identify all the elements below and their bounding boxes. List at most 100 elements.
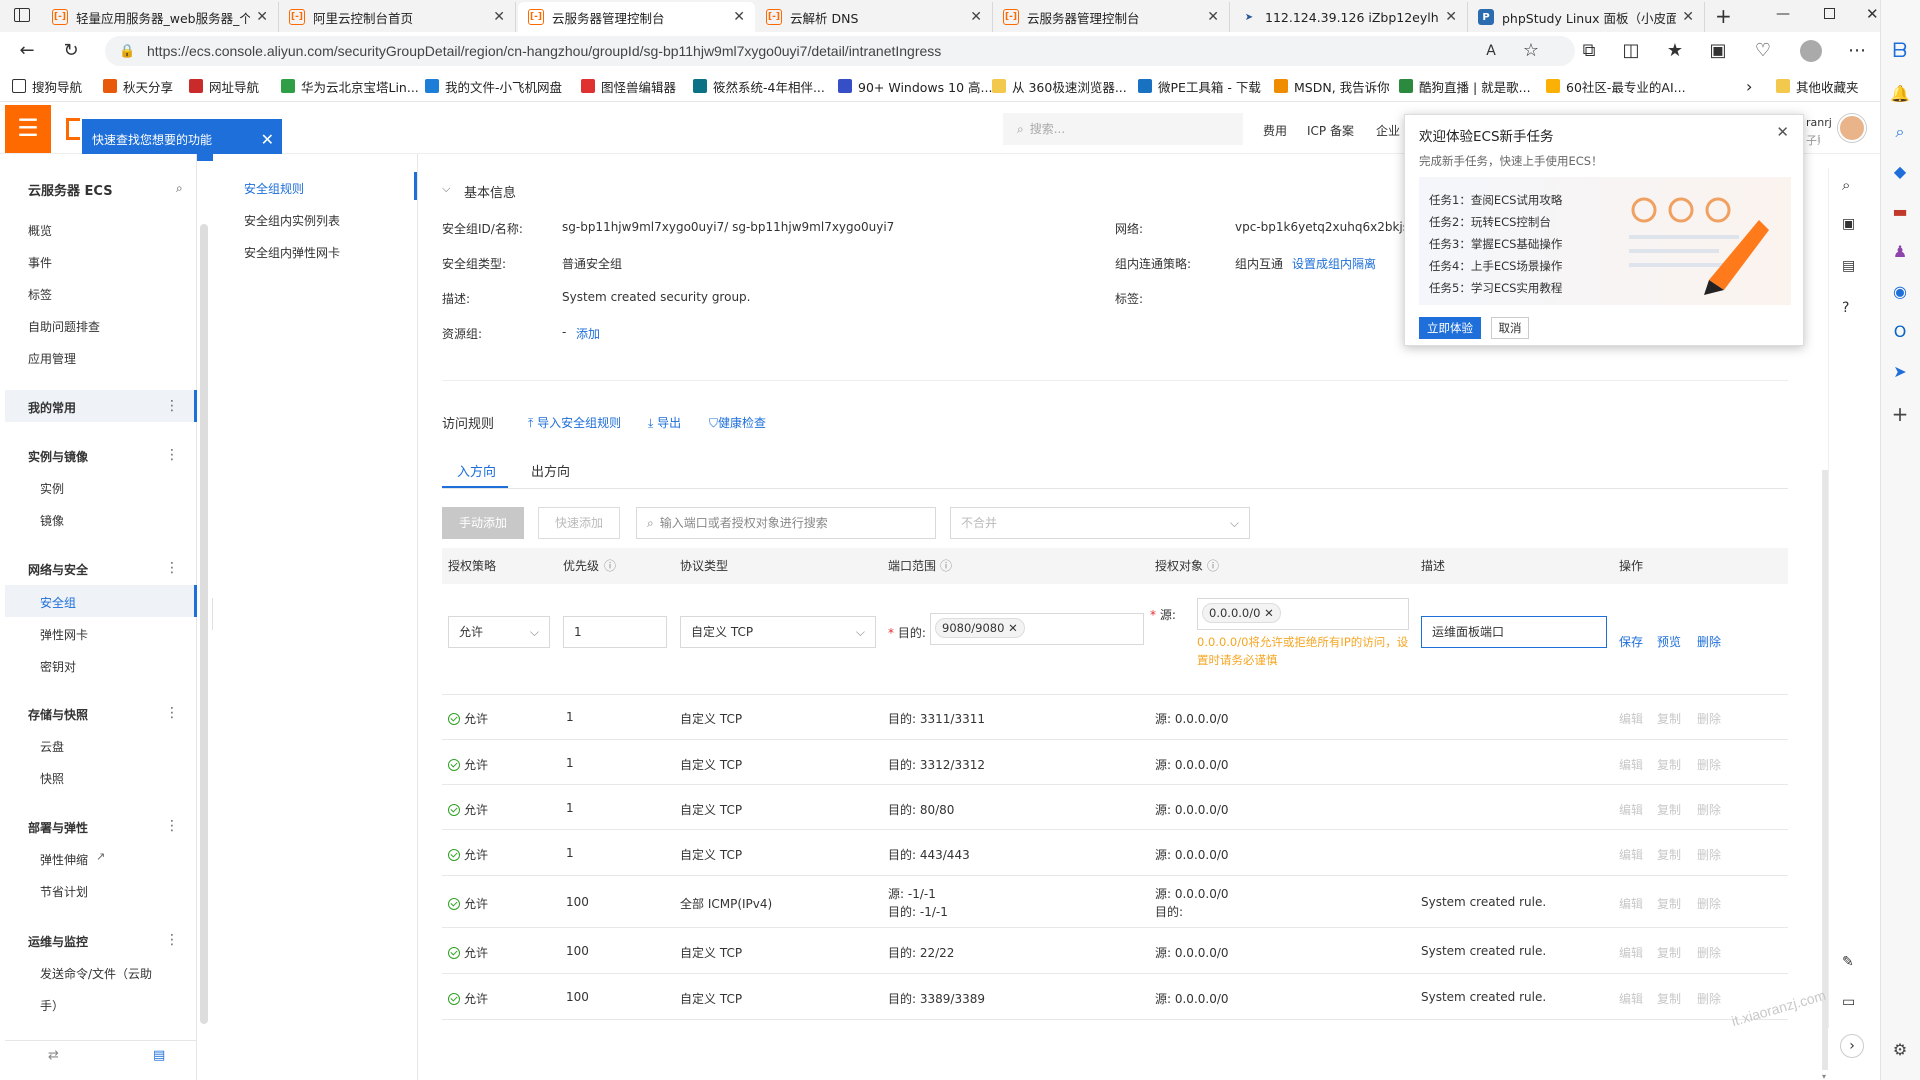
row-edit-button[interactable]: 编辑 [1619, 990, 1643, 1007]
nav-saving-plan[interactable]: 节省计划 [40, 883, 88, 900]
row-copy-button[interactable]: 复制 [1657, 944, 1681, 961]
import-rules-button[interactable]: ⤒ 导入安全组规则 [528, 414, 621, 431]
row-copy-button[interactable]: 复制 [1657, 801, 1681, 818]
close-icon[interactable]: ✕ [1682, 9, 1694, 25]
row-copy-button[interactable]: 复制 [1657, 990, 1681, 1007]
row-delete-button[interactable]: 删除 [1697, 756, 1721, 773]
delete-button[interactable]: 删除 [1697, 633, 1721, 650]
extensions-icon[interactable]: ⧉ [1578, 40, 1600, 62]
browser-essentials-icon[interactable]: ♡ [1752, 40, 1774, 62]
swap-icon[interactable]: ⇄ [48, 1048, 59, 1063]
edit-protocol-select[interactable]: 自定义 TCP ⌵ [680, 616, 876, 648]
top-link-billing[interactable]: 费用 [1263, 122, 1287, 139]
window-close-icon[interactable]: ✕ [1866, 5, 1879, 23]
nav-favorites[interactable]: 我的常用 [28, 399, 76, 416]
scroll-down-icon[interactable]: ▾ [1822, 1072, 1830, 1080]
bookmark-item[interactable]: 网址导航 [189, 77, 259, 95]
minimize-icon[interactable]: — [1776, 6, 1790, 22]
close-icon[interactable]: ✕ [493, 9, 505, 25]
message-icon[interactable]: ▤ [153, 1048, 165, 1063]
nav-group-instances[interactable]: 实例与镜像 [28, 448, 88, 465]
chevron-right-icon[interactable]: › [1840, 1034, 1864, 1058]
favorites-icon[interactable]: ★ [1664, 40, 1686, 62]
tab-inbound[interactable]: 入方向 [457, 461, 496, 480]
subnav-instances[interactable]: 安全组内实例列表 [244, 212, 340, 229]
bookmark-item[interactable]: 搜狗导航 [12, 77, 82, 95]
user-name[interactable]: ranrj [1806, 116, 1832, 129]
row-copy-button[interactable]: 复制 [1657, 846, 1681, 863]
row-edit-button[interactable]: 编辑 [1619, 944, 1643, 961]
row-delete-button[interactable]: 删除 [1697, 990, 1721, 1007]
row-copy-button[interactable]: 复制 [1657, 895, 1681, 912]
favorite-star-icon[interactable]: ☆ [1520, 40, 1542, 62]
document-icon[interactable]: ▤ [1842, 258, 1855, 274]
browser-tab-active[interactable]: [-] 云服务器管理控制台 ✕ [518, 2, 755, 32]
menu-icon[interactable]: ☰ [5, 105, 51, 153]
nav-app-management[interactable]: 应用管理 [28, 350, 76, 367]
subnav-eni[interactable]: 安全组内弹性网卡 [244, 244, 340, 261]
close-icon[interactable]: ✕ [1207, 9, 1219, 25]
help-icon[interactable]: ? [1842, 300, 1849, 316]
start-now-button[interactable]: 立即体验 [1419, 317, 1481, 339]
task-item[interactable]: 任务5：学习ECS实用教程 [1429, 277, 1562, 299]
row-delete-button[interactable]: 删除 [1697, 944, 1721, 961]
nav-group-network[interactable]: 网络与安全 [28, 561, 88, 578]
search-icon[interactable]: ⌕ [1880, 122, 1920, 142]
aliyun-logo[interactable] [66, 118, 80, 140]
health-check-button[interactable]: ⛉健康检查 [709, 414, 766, 431]
browser-tab[interactable]: ➤112.124.39.126 iZbp12eylh2l63n✕ [1231, 2, 1468, 32]
edit-icon[interactable]: ✎ [1842, 954, 1854, 970]
other-bookmarks[interactable]: 其他收藏夹 [1776, 77, 1859, 95]
page-scrollbar[interactable] [1822, 470, 1828, 1070]
set-isolation-link[interactable]: 设置成组内隔离 [1292, 255, 1376, 272]
row-delete-button[interactable]: 删除 [1697, 846, 1721, 863]
nav-auto-scaling[interactable]: 弹性伸缩 [40, 851, 88, 868]
bookmark-item[interactable]: 我的文件-小飞机网盘 [425, 77, 562, 95]
bell-icon[interactable]: 🔔 [1880, 84, 1920, 103]
profile-avatar[interactable] [1800, 40, 1822, 62]
nav-events[interactable]: 事件 [28, 254, 52, 271]
subnav-rules[interactable]: 安全组规则 [244, 180, 304, 197]
preview-button[interactable]: 预览 [1657, 633, 1681, 650]
export-button[interactable]: ⤓ 导出 [648, 414, 681, 431]
nav-send-command[interactable]: 发送命令/文件（云助 [40, 965, 152, 982]
save-button[interactable]: 保存 [1619, 633, 1643, 650]
more-dots-icon[interactable]: ⋮ [165, 560, 179, 576]
maximize-icon[interactable] [1824, 8, 1835, 19]
add-resource-group-link[interactable]: 添加 [576, 325, 600, 342]
more-menu-icon[interactable]: ⋯ [1846, 40, 1868, 62]
more-dots-icon[interactable]: ⋮ [165, 447, 179, 463]
nav-security-group[interactable]: 安全组 [40, 594, 76, 611]
back-icon[interactable]: ← [16, 40, 38, 62]
collections-icon[interactable]: ▣ [1707, 40, 1729, 62]
row-delete-button[interactable]: 删除 [1697, 801, 1721, 818]
close-icon[interactable]: ✕ [1445, 9, 1457, 25]
cancel-button[interactable]: 取消 [1491, 317, 1529, 339]
console-search-input[interactable]: ⌕ 搜索... [1003, 113, 1243, 145]
bookmark-item[interactable]: 60社区-最专业的AI... [1546, 77, 1686, 95]
browser-tab[interactable]: [-] 云解析 DNS ✕ [756, 2, 993, 32]
tools-icon[interactable]: ▬ [1880, 202, 1920, 221]
edit-description-input[interactable]: 运维面板端口 [1421, 616, 1607, 648]
bookmark-item[interactable]: 华为云北京宝塔Lin... [281, 77, 419, 95]
browser-tab[interactable]: [-] 云服务器管理控制台 ✕ [993, 2, 1230, 32]
avatar[interactable] [1838, 114, 1866, 142]
merge-select[interactable]: 不合并 ⌵ [950, 507, 1250, 539]
edit-priority-input[interactable]: 1 [563, 616, 667, 648]
row-edit-button[interactable]: 编辑 [1619, 710, 1643, 727]
manual-add-button[interactable]: 手动添加 [442, 507, 524, 539]
close-icon[interactable]: ✕ [733, 9, 745, 25]
more-dots-icon[interactable]: ⋮ [165, 398, 179, 414]
add-icon[interactable]: + [1880, 402, 1920, 426]
nav-tags[interactable]: 标签 [28, 286, 52, 303]
task-item[interactable]: 任务2：玩转ECS控制台 [1429, 211, 1562, 233]
browser-tab[interactable]: PphpStudy Linux 面板（小皮面板 ✕ [1468, 2, 1705, 32]
top-link-enterprise[interactable]: 企业 [1376, 122, 1400, 139]
chevron-right-icon[interactable]: › [1746, 77, 1752, 96]
refresh-icon[interactable]: ↻ [60, 40, 82, 62]
split-screen-icon[interactable]: ◫ [1620, 40, 1642, 62]
nav-group-deploy[interactable]: 部署与弹性 [28, 819, 88, 836]
bookmark-item[interactable]: 筱然系统-4年相伴... [693, 77, 825, 95]
bookmark-item[interactable]: 微PE工具箱 - 下载 [1138, 77, 1261, 95]
row-edit-button[interactable]: 编辑 [1619, 801, 1643, 818]
